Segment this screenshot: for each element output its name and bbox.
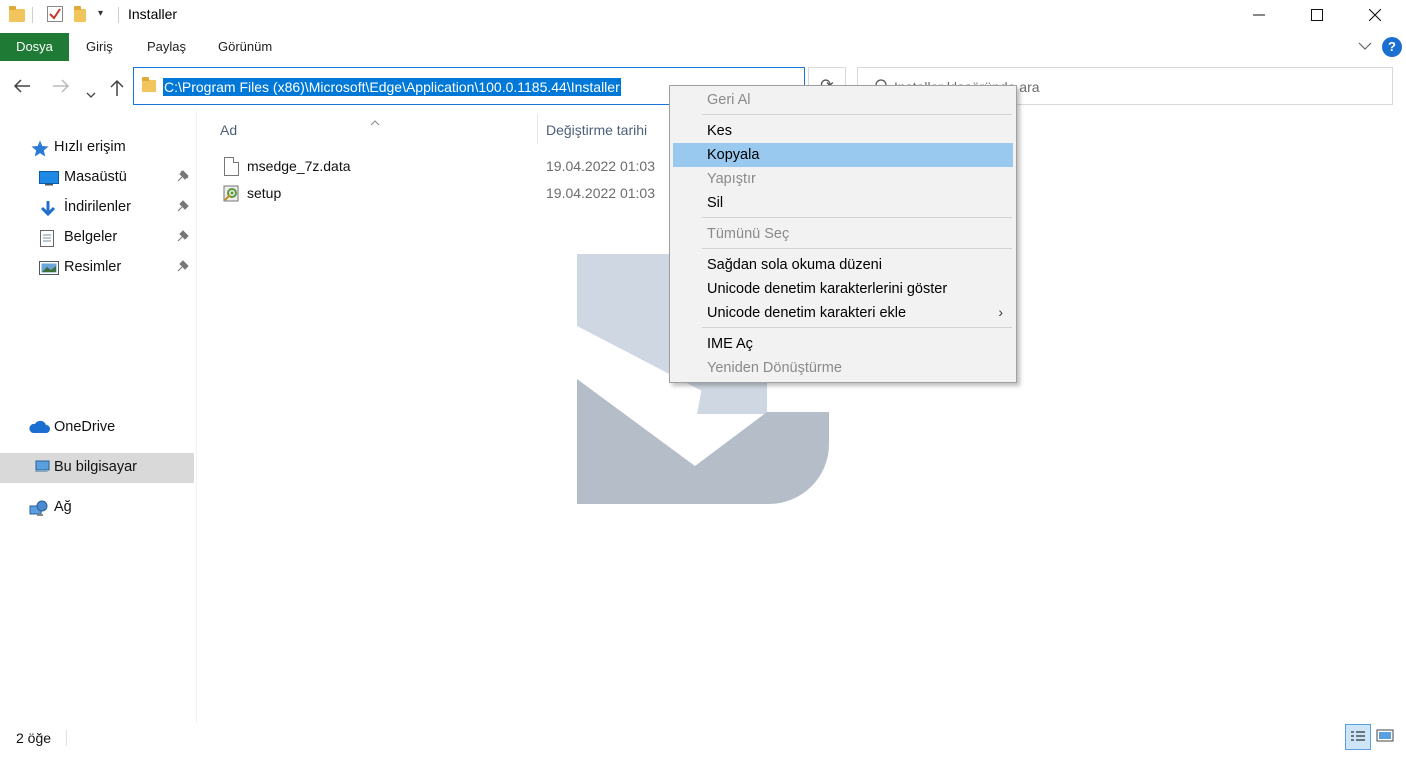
desktop-icon: [39, 170, 59, 186]
pane-divider[interactable]: [196, 111, 197, 723]
sort-ascending-icon: [370, 113, 380, 129]
pin-icon[interactable]: [177, 170, 189, 185]
up-icon[interactable]: [110, 79, 124, 102]
divider: [118, 7, 119, 23]
setup-exe-icon: [222, 183, 242, 206]
menu-item-label: Unicode denetim karakterlerini göster: [707, 281, 948, 297]
window-title: Installer: [128, 6, 178, 22]
help-icon[interactable]: ?: [1382, 37, 1402, 57]
large-icons-view-button[interactable]: [1373, 724, 1399, 750]
menu-item-select-all[interactable]: Tümünü Seç: [673, 222, 1013, 246]
menu-item-insert-unicode[interactable]: Unicode denetim karakteri ekle ›: [673, 301, 1013, 325]
menu-item-cut[interactable]: Kes: [673, 119, 1013, 143]
file-row[interactable]: msedge_7z.data 19.04.2022 01:03: [216, 154, 666, 180]
folder-icon: [9, 6, 25, 22]
column-header-date[interactable]: Değiştirme tarihi: [546, 122, 647, 138]
details-view-button[interactable]: [1345, 724, 1371, 750]
back-icon[interactable]: [13, 77, 31, 98]
menu-item-label: Yeniden Dönüştürme: [707, 360, 842, 376]
menu-item-label: IME Aç: [707, 336, 753, 352]
tab-view[interactable]: Görünüm: [204, 33, 286, 61]
properties-icon[interactable]: [47, 6, 63, 22]
sidebar-item-label: Hızlı erişim: [54, 139, 126, 155]
customize-toolbar-icon[interactable]: ▾: [98, 8, 103, 19]
menu-item-label: Kes: [707, 123, 732, 139]
menu-item-show-unicode[interactable]: Unicode denetim karakterlerini göster: [673, 277, 1013, 301]
sidebar-item-desktop[interactable]: Masaüstü: [0, 163, 194, 193]
file-date: 19.04.2022 01:03: [546, 185, 655, 201]
pictures-icon: [39, 260, 59, 276]
maximize-button[interactable]: [1288, 0, 1346, 30]
cloud-icon: [28, 420, 50, 436]
documents-icon: [39, 230, 57, 247]
tab-share[interactable]: Paylaş: [133, 33, 200, 61]
minimize-button[interactable]: [1230, 0, 1288, 30]
menu-item-undo[interactable]: Geri Al: [673, 88, 1013, 112]
menu-separator: [702, 114, 1012, 115]
file-name: setup: [247, 185, 282, 201]
chevron-right-icon: ›: [998, 304, 1003, 320]
pin-icon[interactable]: [177, 260, 189, 275]
menu-item-delete[interactable]: Sil: [673, 191, 1013, 215]
network-icon: [29, 500, 48, 516]
file-name: msedge_7z.data: [247, 158, 351, 174]
tab-file[interactable]: Dosya: [0, 33, 69, 61]
folder-icon: [142, 77, 156, 92]
menu-item-ime-open[interactable]: IME Aç: [673, 332, 1013, 356]
menu-separator: [702, 248, 1012, 249]
expand-ribbon-icon[interactable]: [1358, 37, 1372, 53]
navigation-pane: Hızlı erişim Masaüstü İndirilenler Belge…: [0, 111, 197, 723]
recent-locations-icon[interactable]: [86, 82, 96, 103]
sidebar-item-label: OneDrive: [54, 419, 116, 435]
menu-item-label: Kopyala: [707, 147, 760, 163]
new-folder-icon[interactable]: [74, 6, 86, 22]
title-bar: ▾ Installer: [0, 0, 1406, 31]
sidebar-item-label: Masaüstü: [64, 169, 127, 185]
context-menu: Geri Al Kes Kopyala Yapıştır Sil Tümünü …: [669, 85, 1017, 383]
sidebar-item-pictures[interactable]: Resimler: [0, 253, 194, 283]
sidebar-item-this-pc[interactable]: Bu bilgisayar: [0, 453, 194, 483]
menu-item-reconversion[interactable]: Yeniden Dönüştürme: [673, 356, 1013, 380]
column-divider[interactable]: [537, 114, 538, 144]
sidebar-item-label: Belgeler: [64, 229, 118, 245]
pin-icon[interactable]: [177, 230, 189, 245]
sidebar-item-documents[interactable]: Belgeler: [0, 223, 194, 253]
sidebar-item-label: Resimler: [64, 259, 122, 275]
file-date: 19.04.2022 01:03: [546, 158, 655, 174]
divider: [32, 7, 33, 23]
menu-item-label: Sil: [707, 195, 724, 211]
star-icon: [31, 140, 49, 157]
status-item-count: 2 öğe: [16, 730, 52, 746]
pin-icon[interactable]: [177, 200, 189, 215]
menu-separator: [702, 217, 1012, 218]
menu-item-paste[interactable]: Yapıştır: [673, 167, 1013, 191]
menu-item-copy[interactable]: Kopyala: [673, 143, 1013, 167]
file-row[interactable]: setup 19.04.2022 01:03: [216, 181, 666, 207]
menu-item-label: Tümünü Seç: [707, 226, 790, 242]
sidebar-item-label: İndirilenler: [64, 199, 131, 215]
sidebar-item-label: Bu bilgisayar: [54, 459, 138, 475]
computer-icon: [33, 460, 51, 476]
sidebar-item-network[interactable]: Ağ: [0, 493, 194, 523]
sidebar-item-quick-access[interactable]: Hızlı erişim: [0, 133, 194, 163]
sidebar-item-downloads[interactable]: İndirilenler: [0, 193, 194, 223]
tab-home[interactable]: Giriş: [72, 33, 127, 61]
menu-item-label: Geri Al: [707, 92, 751, 108]
sidebar-item-label: Ağ: [54, 499, 72, 515]
menu-item-rtl-reading[interactable]: Sağdan sola okuma düzeni: [673, 253, 1013, 277]
menu-separator: [702, 327, 1012, 328]
menu-item-label: Yapıştır: [707, 171, 756, 187]
column-header-name[interactable]: Ad: [220, 122, 237, 138]
ribbon: Dosya Giriş Paylaş Görünüm ?: [0, 31, 1406, 63]
address-path[interactable]: C:\Program Files (x86)\Microsoft\Edge\Ap…: [163, 78, 621, 96]
close-button[interactable]: [1346, 0, 1404, 30]
data-file-icon: [224, 157, 239, 176]
download-icon: [39, 200, 57, 217]
forward-icon[interactable]: [52, 77, 70, 98]
menu-item-label: Sağdan sola okuma düzeni: [707, 257, 882, 273]
divider: [66, 730, 67, 746]
sidebar-item-onedrive[interactable]: OneDrive: [0, 413, 194, 443]
menu-item-label: Unicode denetim karakteri ekle: [707, 305, 907, 321]
